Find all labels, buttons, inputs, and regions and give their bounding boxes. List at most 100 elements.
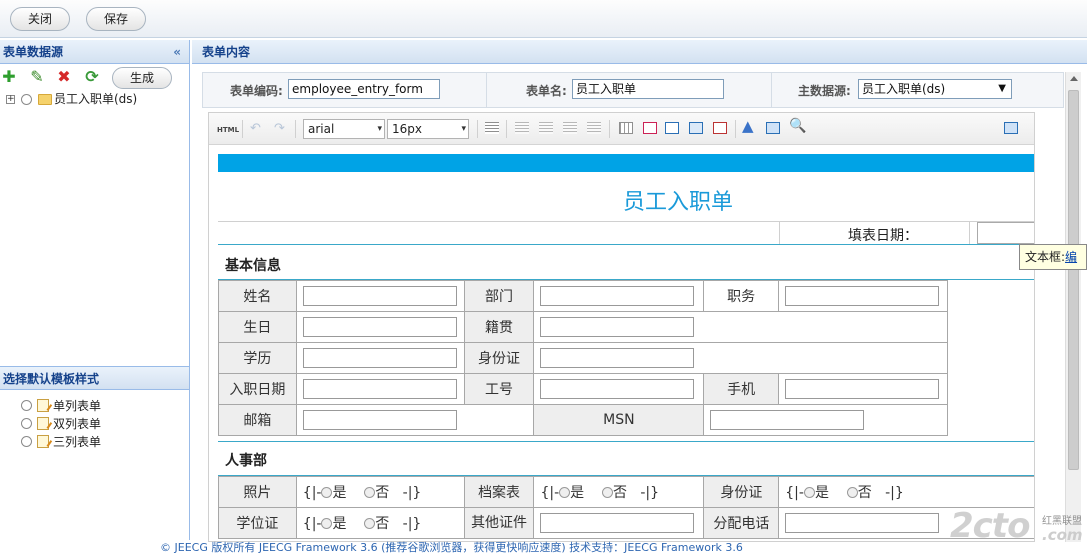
align-left-icon[interactable] (515, 122, 529, 134)
name-input[interactable] (302, 286, 457, 306)
meta-divider (771, 73, 772, 107)
archive-label: 档案表 (463, 476, 535, 508)
radio-no[interactable] (846, 487, 858, 498)
basic-info-table: 姓名 部门 职务 生日 籍贯 学历 身份证 入职日期 工号 手机 邮箱 MSN (218, 280, 948, 436)
template-label: 单列表单 (53, 399, 102, 413)
layout-icon[interactable] (766, 122, 780, 134)
expand-icon[interactable]: + (6, 95, 15, 104)
radio-yes-label: 是 (332, 516, 347, 532)
assign-phone-input[interactable] (785, 513, 940, 533)
left-panel: 表单数据源 « ✚ ✎ ✖ ⟳ 生成 + 员工入职单(ds) 选择默认模板样式 … (0, 40, 190, 540)
radio-no[interactable] (364, 487, 376, 498)
align-justify-icon[interactable] (587, 122, 601, 134)
divider (969, 221, 970, 244)
email-input[interactable] (302, 410, 457, 430)
scroll-up-icon[interactable] (1070, 76, 1078, 81)
bracket-open: {|- (785, 485, 804, 501)
insert-row-icon[interactable] (689, 122, 703, 134)
job-no-input[interactable] (540, 379, 695, 399)
bracket-open: {|- (302, 485, 322, 501)
template-item-triple[interactable]: 三列表单 (0, 433, 189, 451)
tooltip-edit-link[interactable]: 编 (1065, 250, 1077, 264)
form-name-input[interactable]: 员工入职单 (572, 79, 724, 99)
radio-yes[interactable] (803, 487, 815, 498)
table-row: 学历 身份证 (218, 342, 948, 374)
datasource-select[interactable]: 员工入职单(ds) ▼ (858, 79, 1012, 99)
archive-radio-group[interactable]: {|- 是 否 -|} (540, 485, 659, 501)
radio-yes[interactable] (321, 518, 333, 529)
position-input[interactable] (785, 286, 939, 306)
collapse-left-icon[interactable]: « (173, 40, 181, 64)
datasource-tools: ✚ ✎ ✖ ⟳ 生成 (0, 64, 189, 92)
dropdown-arrow-icon: ▼ (998, 83, 1006, 94)
birthday-input[interactable] (302, 317, 457, 337)
tree-node-datasource[interactable]: + 员工入职单(ds) (0, 90, 189, 108)
education-input[interactable] (302, 348, 457, 368)
form-file-icon (37, 417, 49, 430)
vertical-scrollbar[interactable] (1065, 72, 1081, 542)
dept-input[interactable] (540, 286, 695, 306)
radio-yes[interactable] (321, 487, 333, 498)
idcard-radio-group[interactable]: {|- 是 否 -|} (785, 485, 904, 501)
other-cert-input[interactable] (540, 513, 695, 533)
refresh-icon[interactable]: ⟳ (83, 68, 101, 86)
photo-radio-group[interactable]: {|- 是 否 -|} (303, 485, 422, 501)
template-label: 三列表单 (53, 435, 102, 449)
fullscreen-icon[interactable] (1004, 122, 1018, 134)
line-height-icon[interactable] (485, 122, 499, 134)
radio-no[interactable] (364, 518, 376, 529)
html-source-button[interactable]: HTML (217, 123, 239, 137)
radio-yes-label: 是 (814, 485, 829, 501)
save-button[interactable]: 保存 (86, 7, 146, 31)
toolbar-separator (477, 120, 478, 138)
align-right-icon[interactable] (563, 122, 577, 134)
form-code-input[interactable]: employee_entry_form (288, 79, 440, 99)
top-toolbar: 关闭 保存 (0, 0, 1087, 38)
undo-icon[interactable]: ↶ (250, 122, 261, 136)
template-radio[interactable] (21, 400, 32, 411)
close-button[interactable]: 关闭 (10, 7, 70, 31)
insert-column-icon[interactable] (665, 122, 679, 134)
shapes-icon[interactable]: ▲ (742, 119, 754, 134)
fill-date-input[interactable] (977, 222, 1034, 244)
mobile-label: 手机 (703, 373, 779, 405)
delete-icon[interactable]: ✖ (55, 68, 73, 86)
template-radio[interactable] (21, 436, 32, 447)
template-radio[interactable] (21, 418, 32, 429)
align-center-icon[interactable] (539, 122, 553, 134)
edit-icon[interactable]: ✎ (28, 68, 46, 86)
template-item-single[interactable]: 单列表单 (0, 397, 189, 415)
watermark-suffix: .com (1042, 526, 1083, 544)
font-size-select[interactable]: 16px ▾ (387, 119, 469, 139)
watermark-logo: 2cto 红黑联盟 .com (950, 506, 1087, 555)
toolbar-separator (506, 120, 507, 138)
radio-no[interactable] (601, 487, 613, 498)
position-label: 职务 (703, 280, 779, 312)
delete-row-icon[interactable] (713, 122, 727, 134)
font-size-value: 16px (392, 122, 422, 136)
table-properties-icon[interactable] (643, 122, 657, 134)
fill-date-label: 填表日期： (848, 228, 918, 244)
form-file-icon (37, 435, 49, 448)
add-icon[interactable]: ✚ (0, 68, 18, 86)
origin-input[interactable] (540, 317, 695, 337)
degree-radio-group[interactable]: {|- 是 否 -|} (303, 516, 422, 532)
font-family-select[interactable]: arial ▾ (303, 119, 385, 139)
radio-yes[interactable] (559, 487, 571, 498)
idcard-input[interactable] (540, 348, 695, 368)
search-icon[interactable]: 🔍 (789, 119, 806, 133)
scroll-thumb[interactable] (1068, 90, 1079, 470)
radio-yes-label: 是 (570, 485, 585, 501)
entry-date-input[interactable] (302, 379, 457, 399)
tree-node-radio[interactable] (21, 94, 32, 105)
msn-input[interactable] (710, 410, 865, 430)
redo-icon[interactable]: ↷ (274, 122, 285, 136)
generate-button[interactable]: 生成 (112, 67, 172, 89)
table-icon[interactable] (619, 122, 633, 134)
table-row: 学位证 {|- 是 否 -|} 其他证件 分配电话 (218, 507, 1034, 539)
tooltip-label: 文本框: (1025, 250, 1066, 264)
radio-yes-label: 是 (332, 485, 347, 501)
datasource-panel-title: 表单数据源 (3, 45, 64, 59)
template-item-double[interactable]: 双列表单 (0, 415, 189, 433)
mobile-input[interactable] (785, 379, 939, 399)
